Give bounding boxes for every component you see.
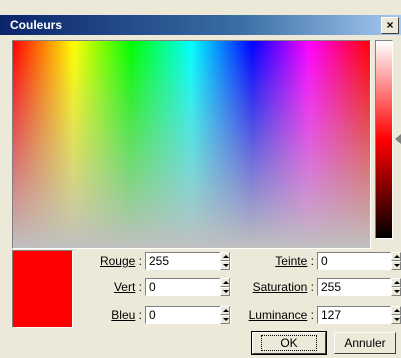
color-spectrum[interactable] (12, 40, 371, 249)
luminance-label-text: Luminance (248, 308, 308, 322)
annuler-button[interactable]: Annuler (334, 332, 396, 354)
saturation-input[interactable]: 255 (317, 278, 391, 296)
bleu-label: Bleu : (76, 307, 142, 323)
saturation-down-icon[interactable] (391, 287, 401, 296)
luminance-input[interactable]: 127 (317, 306, 391, 324)
vert-label-sep: : (135, 280, 142, 294)
luminance-pointer-icon[interactable] (395, 134, 401, 144)
color-dialog-body: Rouge : 255 Vert : 0 Bleu : 0 Teinte : 0… (6, 36, 401, 358)
bleu-spinner[interactable] (220, 306, 230, 324)
bleu-up-icon[interactable] (220, 306, 230, 315)
bleu-input[interactable]: 0 (145, 306, 231, 324)
ok-button[interactable]: OK (251, 331, 327, 355)
bleu-label-sep: : (135, 308, 142, 322)
saturation-up-icon[interactable] (391, 278, 401, 287)
vert-input[interactable]: 0 (145, 278, 231, 296)
saturation-label: Saturation : (238, 279, 314, 295)
rouge-label-sep: : (135, 254, 142, 268)
title-bar[interactable]: Couleurs × (0, 15, 401, 35)
saturation-label-sep: : (307, 280, 314, 294)
rouge-down-icon[interactable] (220, 261, 230, 270)
rouge-label-text: Rouge (99, 254, 136, 268)
teinte-label-sep: : (307, 254, 314, 268)
bleu-label-text: Bleu (111, 308, 136, 322)
saturation-spinner[interactable] (391, 278, 401, 296)
teinte-input[interactable]: 0 (317, 252, 391, 270)
bleu-down-icon[interactable] (220, 315, 230, 324)
rouge-spinner[interactable] (220, 252, 230, 270)
close-button[interactable]: × (381, 17, 399, 34)
vert-label: Vert : (76, 279, 142, 295)
luminance-label: Luminance : (238, 307, 314, 323)
vert-label-text: Vert (113, 280, 136, 294)
ok-button-label: OK (261, 335, 317, 351)
vert-spinner[interactable] (220, 278, 230, 296)
luminance-up-icon[interactable] (391, 306, 401, 315)
vert-down-icon[interactable] (220, 287, 230, 296)
color-preview-swatch (12, 250, 73, 328)
saturation-label-text: Saturation (252, 280, 308, 294)
teinte-spinner[interactable] (391, 252, 401, 270)
luminance-label-sep: : (307, 308, 314, 322)
rouge-up-icon[interactable] (220, 252, 230, 261)
luminance-down-icon[interactable] (391, 315, 401, 324)
teinte-label-text: Teinte (275, 254, 308, 268)
teinte-down-icon[interactable] (391, 261, 401, 270)
vert-up-icon[interactable] (220, 278, 230, 287)
luminance-slider[interactable] (375, 40, 393, 239)
rouge-label: Rouge : (76, 253, 142, 269)
window-title: Couleurs (10, 18, 63, 32)
luminance-spinner[interactable] (391, 306, 401, 324)
teinte-label: Teinte : (238, 253, 314, 269)
teinte-up-icon[interactable] (391, 252, 401, 261)
rouge-input[interactable]: 255 (145, 252, 231, 270)
